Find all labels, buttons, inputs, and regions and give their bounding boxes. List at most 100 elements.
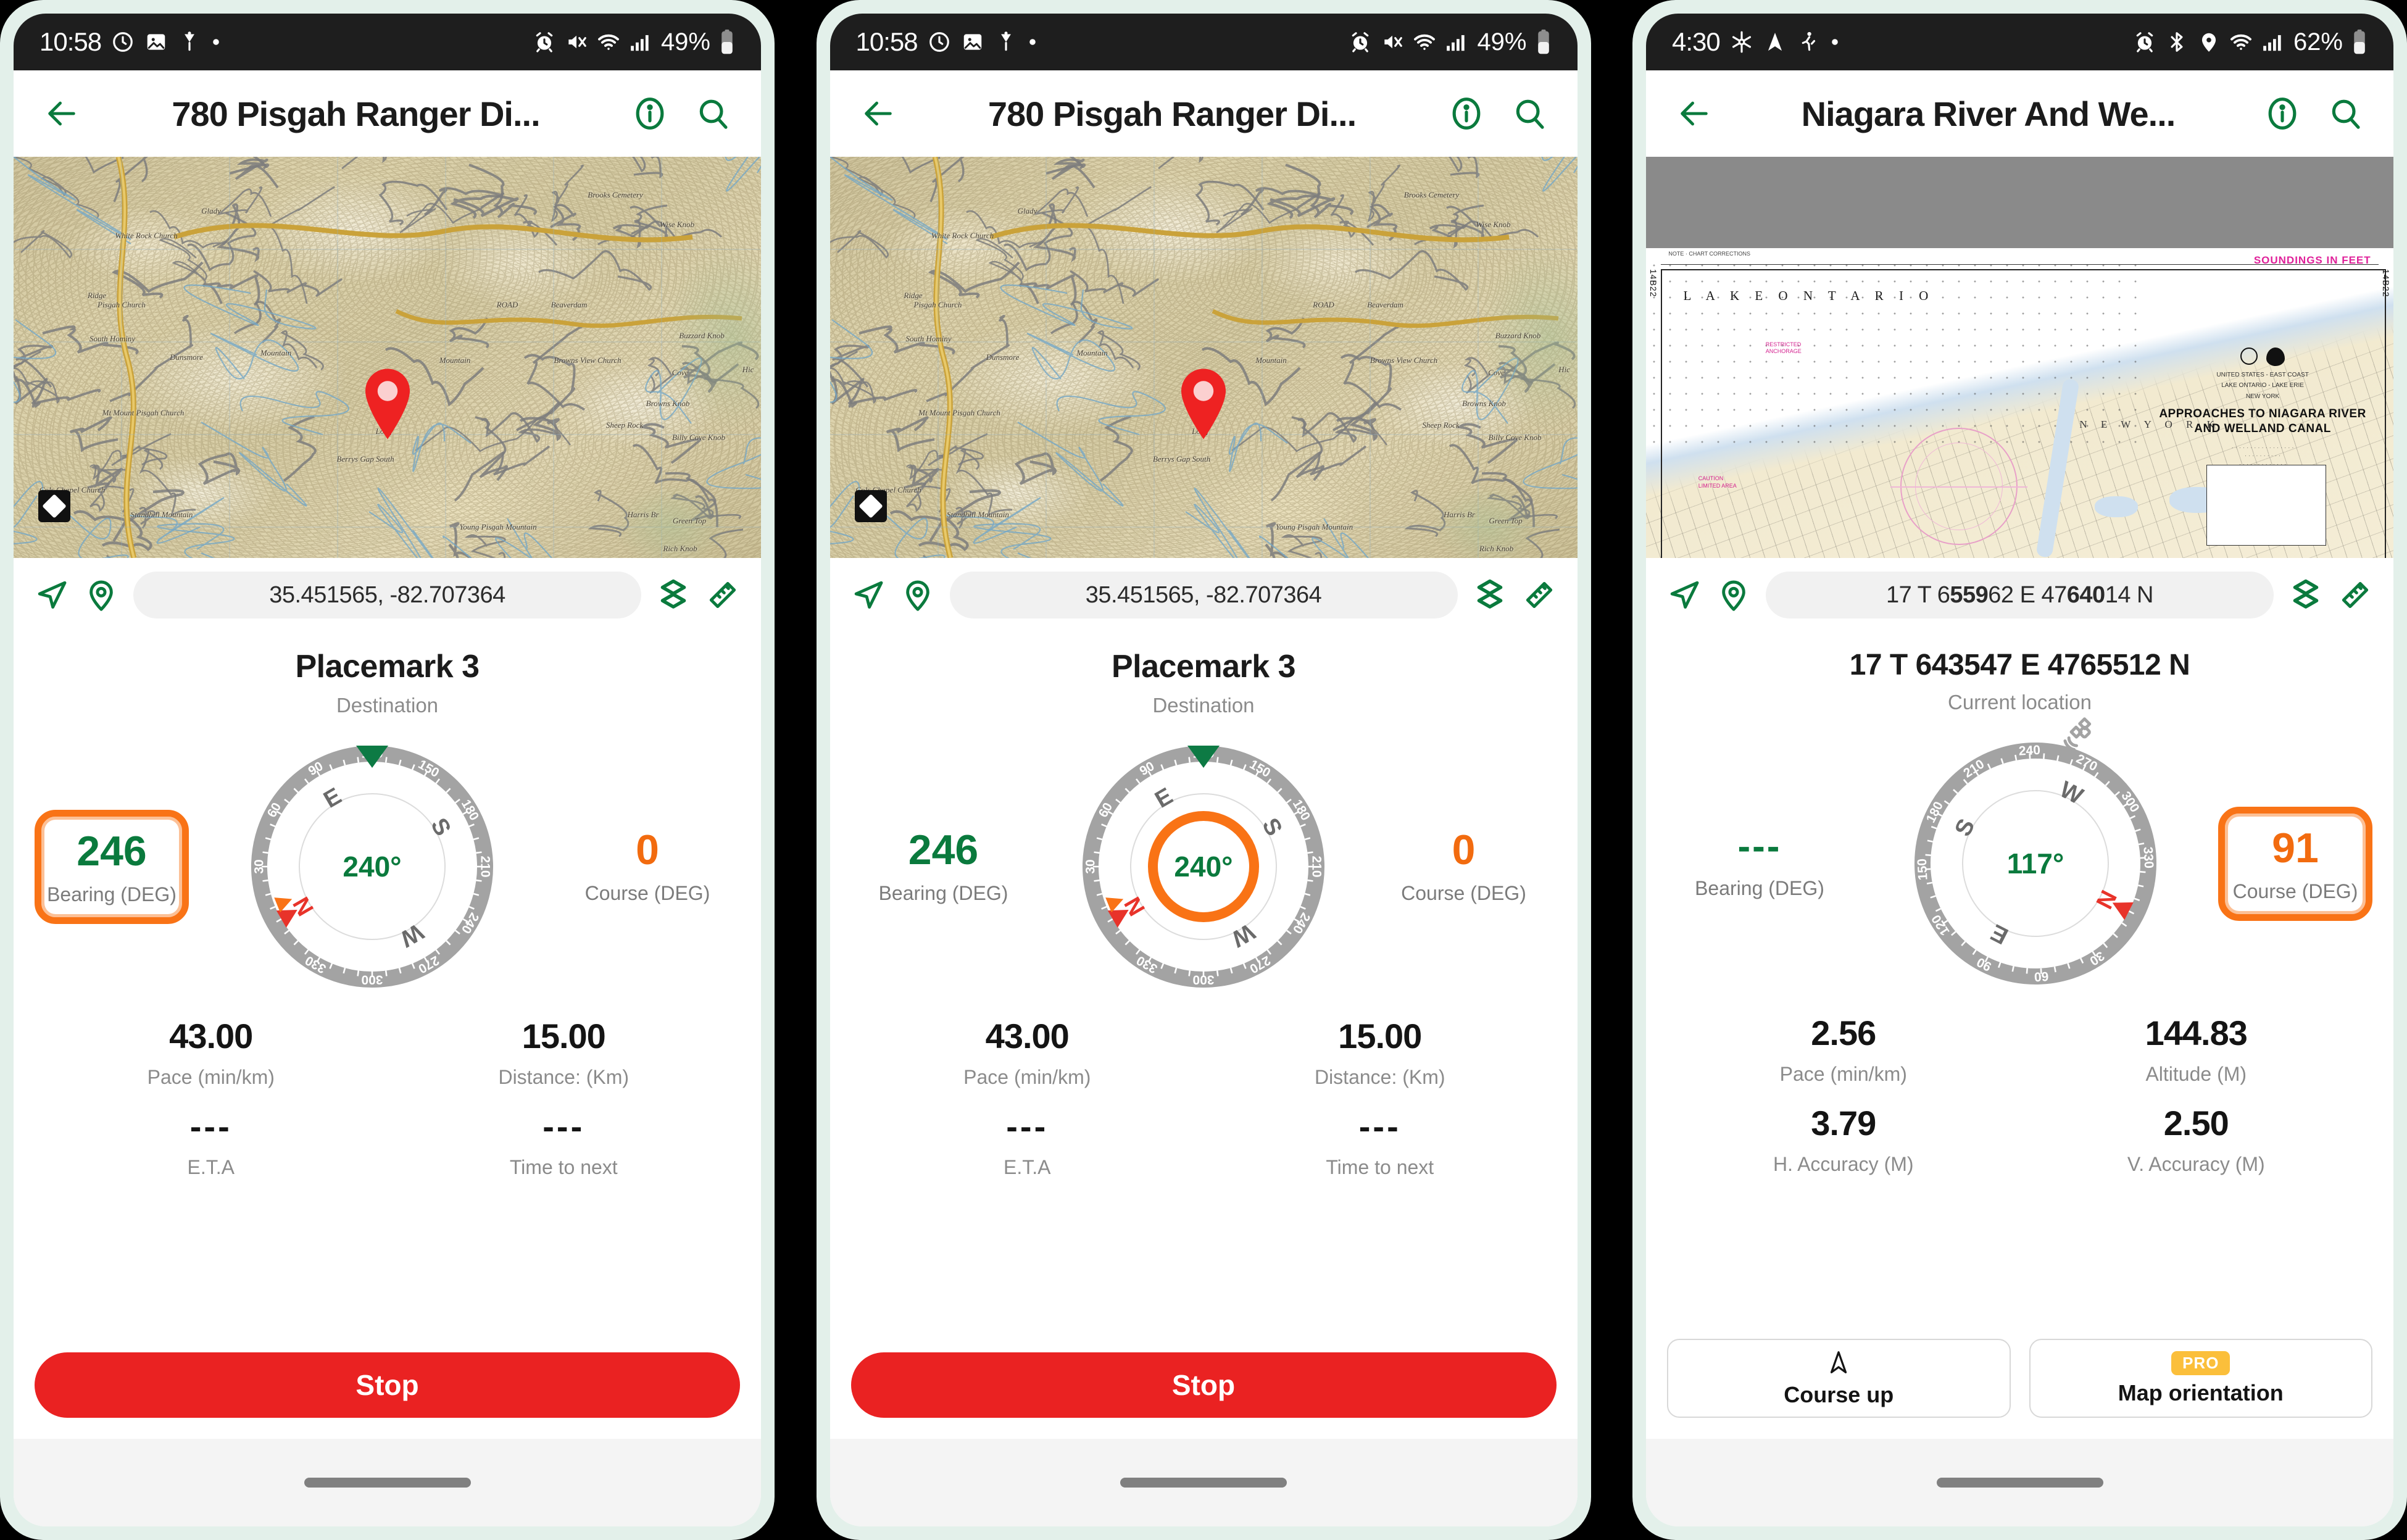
chart-edge-code-left: 14B22 — [1648, 269, 1658, 298]
place-subtitle: Current location — [1948, 691, 2092, 714]
topo-forest — [829, 157, 1578, 558]
status-right: 49% — [533, 28, 735, 56]
image-icon — [144, 30, 168, 54]
course-metric[interactable]: 0 Course (DEG) — [1371, 829, 1557, 905]
stop-button[interactable]: Stop — [850, 1352, 1557, 1418]
info-icon[interactable] — [1438, 85, 1495, 142]
map-view[interactable]: NOTE · CHART CORRECTIONS SOUNDINGS IN FE… — [1646, 157, 2393, 558]
status-time: 10:58 — [39, 27, 102, 56]
stat-value: 43.00 — [985, 1017, 1070, 1055]
search-icon[interactable] — [1501, 85, 1558, 142]
app-bar: 780 Pisgah Ranger Di... — [14, 70, 761, 157]
topo-terrain: Wise Knob Brooks Cemetery Buzzard Knob Brow… — [829, 157, 1578, 558]
nautical-chart[interactable]: NOTE · CHART CORRECTIONS SOUNDINGS IN FE… — [1646, 248, 2393, 558]
page-title: Niagara River And We... — [1801, 94, 2176, 133]
navigation-icon — [1763, 30, 1787, 54]
location-pin-icon[interactable] — [1716, 578, 1751, 612]
stat-label: Time to next — [509, 1156, 618, 1178]
bottom-actions: Stop — [850, 1352, 1557, 1439]
back-arrow-icon[interactable] — [1666, 85, 1723, 142]
stat-label: Pace (min/km) — [963, 1066, 1091, 1088]
map-orientation-button[interactable]: PRO Map orientation — [2029, 1339, 2372, 1418]
bottom-actions: Course up PRO Map orientation — [1667, 1339, 2372, 1439]
search-icon[interactable] — [684, 85, 741, 142]
svg-text:W: W — [2055, 776, 2087, 810]
coordinate-bar: 35.451565, -82.707364 — [830, 558, 1578, 632]
system-nav-bar — [829, 1439, 1578, 1526]
status-battery-percent: 49% — [660, 28, 710, 56]
info-panel: Placemark 3 Destination 246 Bearing (DEG… — [14, 632, 761, 1439]
ice-cream-icon — [178, 30, 201, 54]
battery-icon — [1536, 29, 1552, 55]
coord-value-bold-2: 640 — [2066, 581, 2105, 608]
back-arrow-icon[interactable] — [33, 85, 90, 142]
ruler-icon[interactable] — [705, 578, 740, 612]
map-view[interactable]: Wise Knob Brooks Cemetery Buzzard Knob Brow… — [829, 157, 1578, 558]
page-title: 780 Pisgah Ranger Di... — [172, 94, 540, 133]
home-indicator[interactable] — [304, 1478, 471, 1488]
back-arrow-icon[interactable] — [850, 85, 907, 142]
course-metric[interactable]: 91 Course (DEG) — [2218, 806, 2372, 921]
home-indicator[interactable] — [1120, 1478, 1287, 1488]
bearing-metric[interactable]: 246 Bearing (DEG) — [35, 809, 189, 924]
stats-grid: 43.00 Pace (min/km) 15.00 Distance: (Km)… — [35, 1007, 740, 1188]
wifi-icon — [597, 30, 620, 54]
layers-icon[interactable] — [656, 578, 691, 612]
phone-screen: 10:58 49% 780 Pisgah Ranger Di... Wise K… — [829, 14, 1578, 1526]
course-up-button[interactable]: Course up — [1667, 1339, 2011, 1418]
ruler-icon[interactable] — [1522, 578, 1557, 612]
compass-dial: 306090120150180210240270300330 NESW 240° — [1083, 746, 1324, 988]
compass-widget[interactable]: 306090120150180210240270300330 NESW 240° — [1080, 743, 1327, 990]
stat-label: V. Accuracy (M) — [2127, 1153, 2265, 1175]
map-pin-marker[interactable] — [1176, 367, 1231, 444]
svg-text:240°: 240° — [343, 851, 401, 883]
highway-shield — [38, 490, 70, 522]
svg-text:E: E — [1987, 919, 2013, 949]
info-panel: Placemark 3 Destination 246 Bearing (DEG… — [829, 632, 1578, 1439]
ruler-icon[interactable] — [2338, 578, 2372, 612]
stat-value: --- — [543, 1107, 585, 1146]
coordinate-display[interactable]: 35.451565, -82.707364 — [133, 572, 641, 618]
course-value: 91 — [2272, 824, 2319, 872]
bearing-metric[interactable]: 246 Bearing (DEG) — [851, 829, 1036, 905]
coordinate-display[interactable]: 35.451565, -82.707364 — [949, 572, 1458, 618]
map-pin-marker[interactable] — [360, 367, 415, 444]
stat-value: 15.00 — [1338, 1017, 1422, 1055]
location-pin-icon[interactable] — [900, 578, 935, 612]
dot-icon — [1028, 37, 1037, 47]
app-bar: Niagara River And We... — [1646, 70, 2393, 157]
svg-text:E: E — [1151, 783, 1178, 814]
coordinate-display[interactable]: 17 T 6 559 62 E 47 640 14 N — [1766, 572, 2274, 618]
stat-label: Pace (min/km) — [1779, 1063, 1907, 1085]
coord-value: 35.451565, -82.707364 — [269, 581, 505, 608]
location-icon — [2197, 30, 2221, 54]
stop-button[interactable]: Stop — [35, 1352, 740, 1418]
coord-value-mid: 62 E 47 — [1988, 581, 2067, 608]
info-icon[interactable] — [621, 85, 678, 142]
stat-value: --- — [189, 1107, 232, 1146]
dot-icon — [211, 37, 221, 47]
stat-label: Altitude (M) — [2145, 1063, 2247, 1085]
home-indicator[interactable] — [1936, 1478, 2103, 1488]
layers-icon[interactable] — [1473, 578, 1507, 612]
phone-frame-1: 10:58 49% 780 Pisgah Ranger Di... Wise K… — [0, 0, 775, 1540]
bearing-metric[interactable]: --- Bearing (DEG) — [1667, 827, 1852, 900]
navigation-arrow-icon[interactable] — [1667, 578, 1702, 612]
chart-edge-code-right: 14B22 — [2381, 269, 2391, 298]
info-icon[interactable] — [2254, 85, 2311, 142]
compass-widget[interactable]: 306090120150180210240270300330 NESW 240° — [249, 743, 496, 990]
map-view[interactable]: Wise Knob Brooks Cemetery Buzzard Knob Brow… — [14, 157, 761, 558]
status-bar: 10:58 49% — [829, 14, 1578, 70]
search-icon[interactable] — [2317, 85, 2374, 142]
compass-widget[interactable]: 30 60 90 120 150 180 210 240 270 300 330 NESW 117° — [1912, 717, 2159, 987]
course-metric[interactable]: 0 Course (DEG) — [555, 829, 740, 905]
stat-label: Time to next — [1326, 1156, 1434, 1178]
navigation-arrow-icon[interactable] — [851, 578, 886, 612]
location-pin-icon[interactable] — [84, 578, 118, 612]
stat-cell: --- Time to next — [388, 1097, 741, 1188]
battery-icon — [2351, 29, 2368, 55]
chart-legend: UNITED STATES - EAST COAST LAKE ONTARIO … — [2154, 347, 2371, 469]
stat-value: 43.00 — [169, 1017, 253, 1055]
navigation-arrow-icon[interactable] — [35, 578, 69, 612]
layers-icon[interactable] — [2289, 578, 2323, 612]
